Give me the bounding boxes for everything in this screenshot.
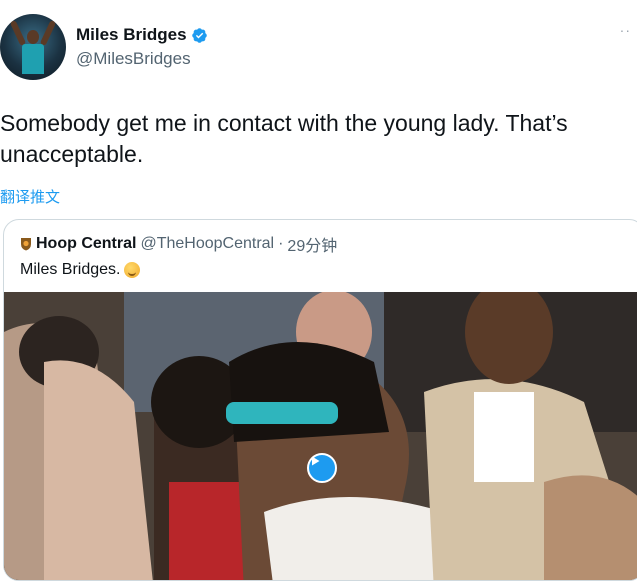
quoted-tweet-text-row: Miles Bridges. bbox=[20, 261, 141, 279]
video-scene-image bbox=[4, 292, 637, 580]
avatar-jersey bbox=[22, 44, 44, 74]
hoop-central-logo-icon bbox=[21, 238, 31, 251]
more-options-icon[interactable]: ·· bbox=[620, 22, 631, 38]
play-video-icon[interactable] bbox=[307, 453, 337, 483]
play-triangle-icon bbox=[312, 456, 320, 466]
avatar-head bbox=[27, 30, 39, 44]
translate-tweet-link[interactable]: 翻译推文 bbox=[0, 186, 60, 207]
quoted-handle[interactable]: @TheHoopCentral bbox=[140, 235, 274, 253]
avatar-arm-left bbox=[9, 19, 27, 47]
author-display-name[interactable]: Miles Bridges bbox=[76, 25, 208, 45]
grinning-face-icon bbox=[124, 262, 141, 278]
author-name-text[interactable]: Miles Bridges bbox=[76, 25, 187, 45]
tweet-text: Somebody get me in contact with the youn… bbox=[0, 110, 568, 167]
author-avatar[interactable] bbox=[0, 14, 66, 80]
quoted-video-thumbnail[interactable] bbox=[4, 292, 637, 580]
quoted-separator: · bbox=[278, 235, 284, 252]
verified-badge-icon bbox=[191, 27, 207, 43]
quoted-tweet[interactable]: Hoop Central @TheHoopCentral · 29分钟 Miles … bbox=[3, 219, 637, 581]
author-handle[interactable]: @MilesBridges bbox=[76, 49, 191, 69]
avatar-arm-right bbox=[39, 19, 57, 47]
quoted-timestamp[interactable]: 29分钟 bbox=[287, 232, 337, 256]
quoted-tweet-header: Hoop Central @TheHoopCentral · 29分钟 bbox=[20, 232, 337, 256]
quoted-tweet-text: Miles Bridges. bbox=[20, 261, 121, 278]
quoted-display-name[interactable]: Hoop Central bbox=[36, 235, 136, 253]
